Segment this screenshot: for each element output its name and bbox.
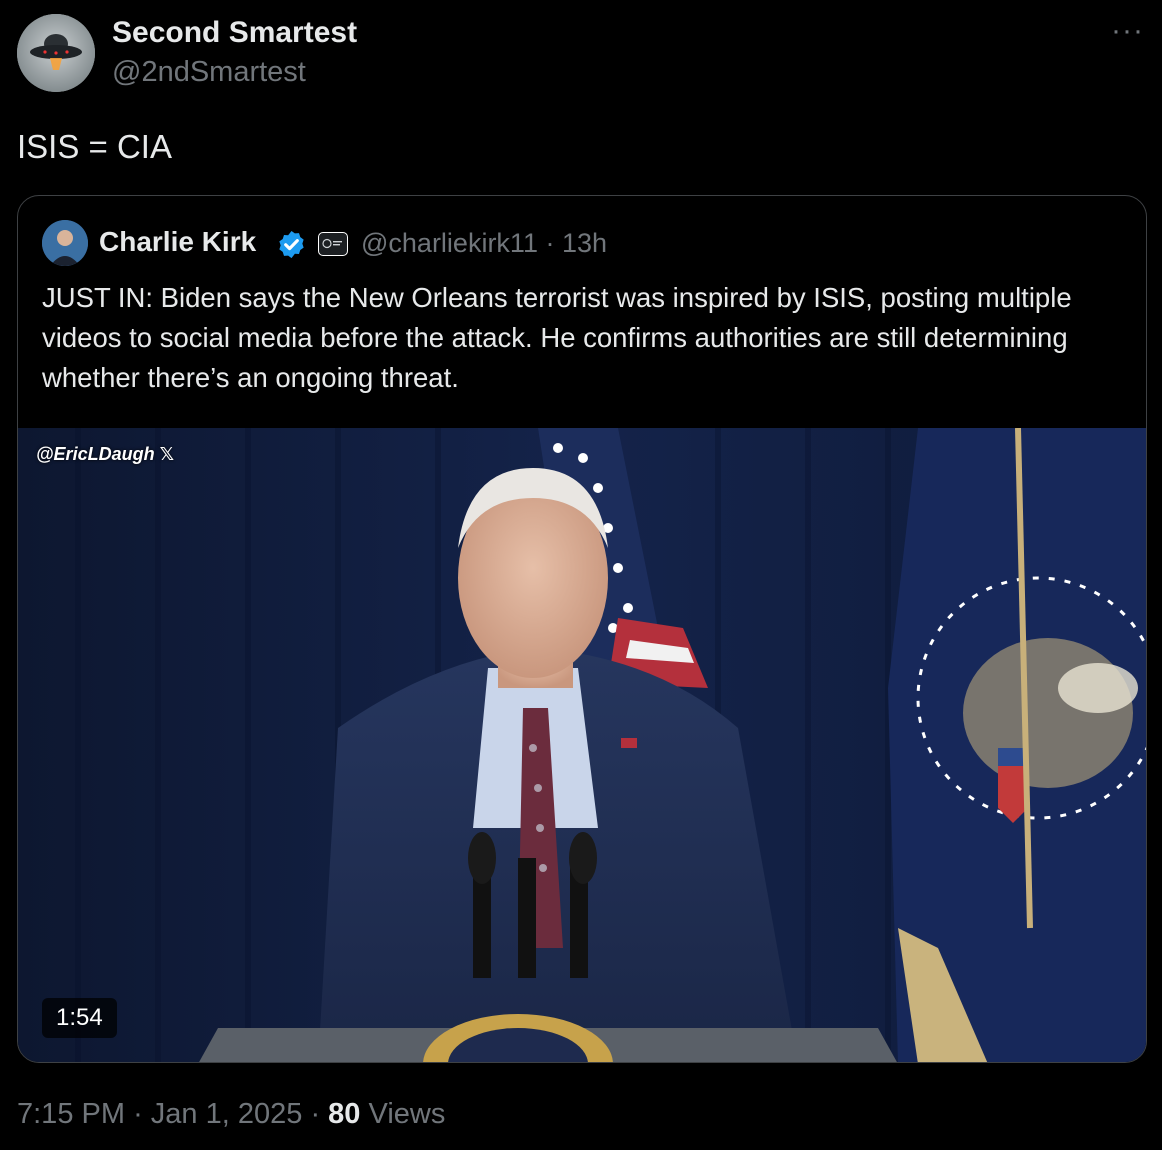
verified-badge-icon [279,230,304,259]
x-logo-icon: 𝕏 [159,444,175,464]
author-handle[interactable]: @2ndSmartest [112,56,306,89]
more-options-button[interactable]: ··· [1111,14,1144,48]
video-duration-badge: 1:54 [42,998,117,1038]
separator-dot: · [133,1098,143,1130]
quoted-handle[interactable]: @charliekirk11 [361,228,538,258]
quoted-display-name[interactable]: Charlie Kirk [99,226,256,258]
author-display-name[interactable]: Second Smartest [112,16,357,50]
tweet-text: ISIS = CIA [17,128,172,165]
video-frame [18,428,1146,1062]
profile-photo-icon [42,220,88,266]
quoted-author-avatar[interactable] [42,220,88,266]
author-avatar[interactable] [17,14,95,92]
watermark-handle: @EricLDaugh [36,444,155,464]
quoted-tweet-card[interactable]: Charlie Kirk @charliekirk11 · 13h JUST I… [17,195,1147,1063]
views-label: Views [368,1098,446,1130]
separator-dot: · [310,1098,321,1130]
views-count: 80 [328,1098,361,1130]
tweet-metadata: 7:15 PM · Jan 1, 2025 · 80 Views [17,1098,445,1131]
quoted-age[interactable]: 13h [562,228,607,258]
ufo-icon [17,14,95,92]
quoted-handle-line: @charliekirk11 · 13h [361,228,607,259]
video-player[interactable]: @EricLDaugh 𝕏 1:54 [18,428,1146,1062]
tweet-time[interactable]: 7:15 PM [17,1098,125,1130]
affiliate-badge-icon[interactable] [318,232,348,256]
tweet-date[interactable]: Jan 1, 2025 [151,1098,303,1130]
video-watermark: @EricLDaugh 𝕏 [36,444,174,465]
separator-dot: · [545,228,555,258]
quoted-tweet-text: JUST IN: Biden says the New Orleans terr… [42,282,1072,393]
